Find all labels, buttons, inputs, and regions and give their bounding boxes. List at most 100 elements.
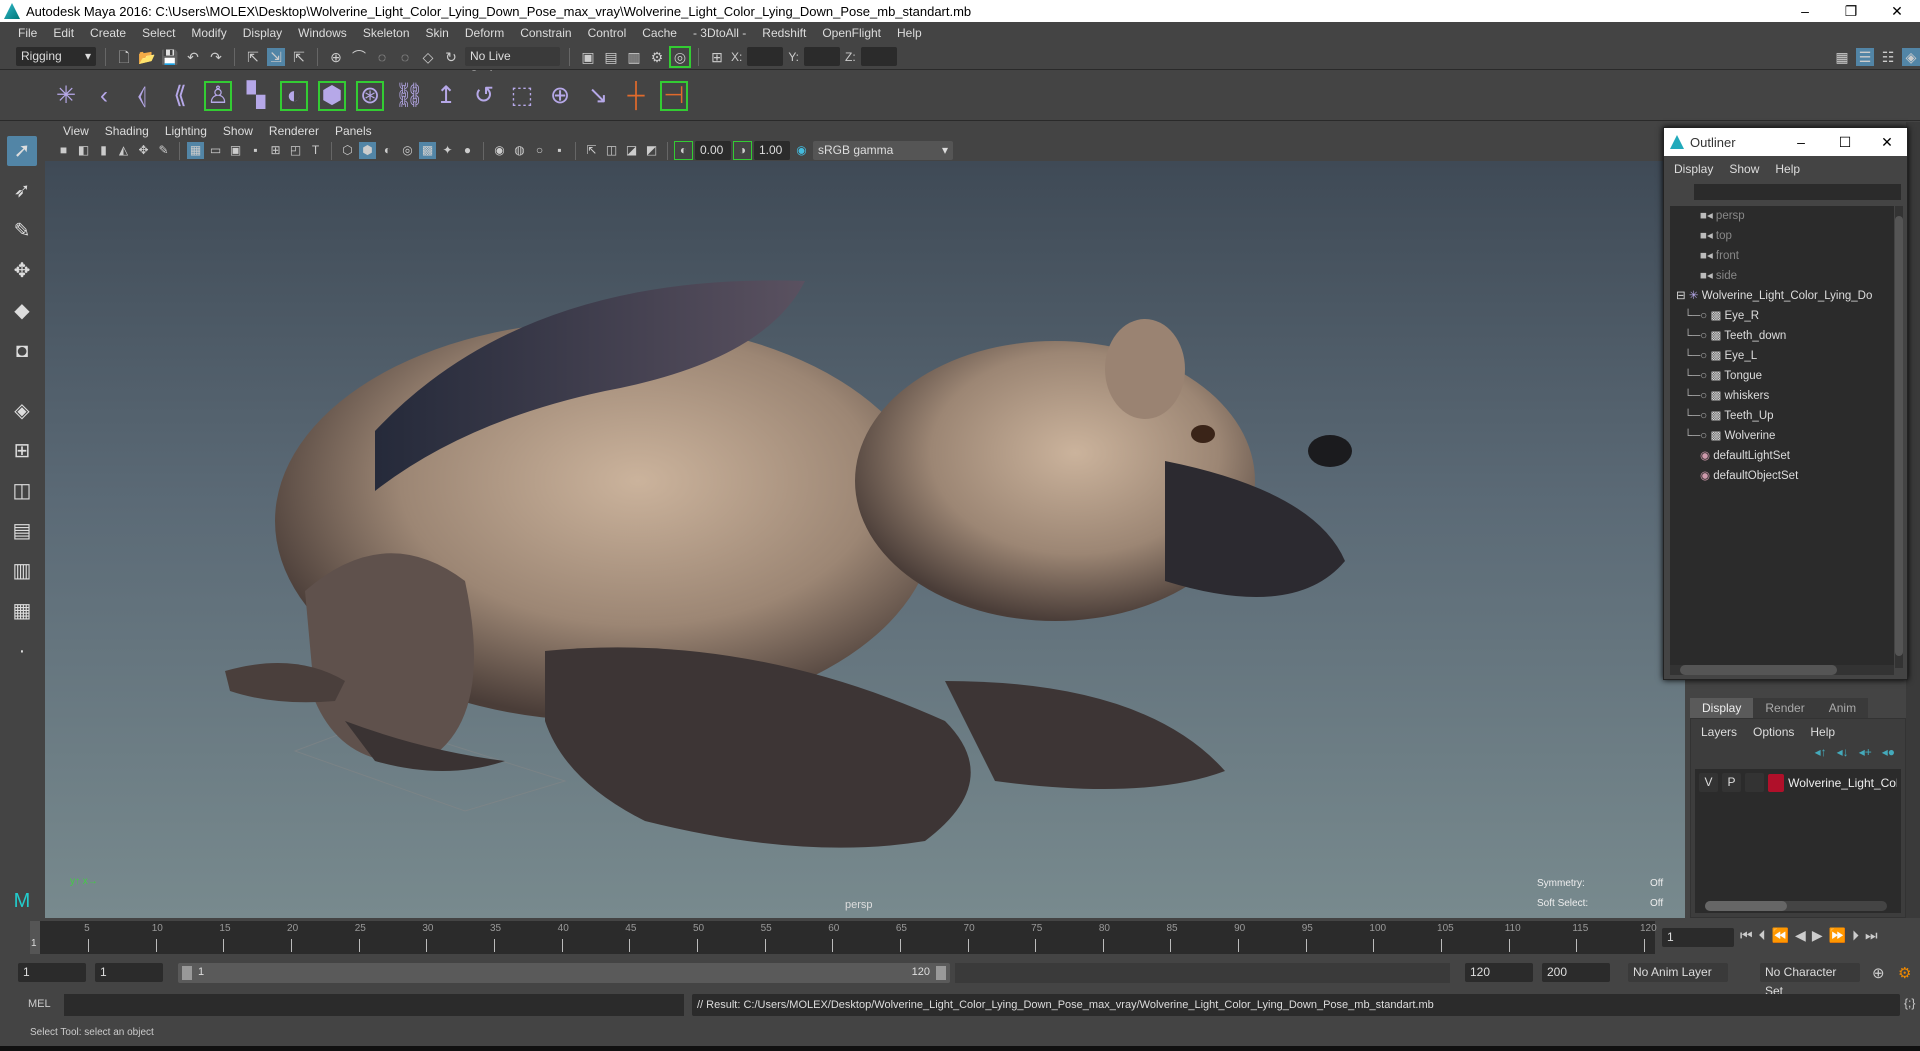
restore-button[interactable]: ❐: [1828, 3, 1874, 20]
mel-label[interactable]: MEL: [28, 998, 51, 1010]
outliner-item-mesh[interactable]: └─○ ▩ whiskers: [1670, 386, 1894, 406]
ik-fk-switch-icon[interactable]: ⊣: [660, 80, 688, 111]
depth-of-field-icon[interactable]: ▪: [551, 142, 568, 159]
new-layer-icon[interactable]: ◂+: [1859, 745, 1872, 759]
attribute-editor-icon[interactable]: ☰: [1856, 47, 1874, 66]
menu-constrain[interactable]: Constrain: [512, 26, 579, 40]
colorspace-dropdown[interactable]: sRGB gamma ▾: [813, 141, 953, 160]
grid-icon[interactable]: ▦: [187, 142, 204, 159]
maya-home-icon[interactable]: M: [7, 886, 37, 916]
aim-constraint-icon[interactable]: ⊕: [546, 81, 574, 111]
hypershade-icon[interactable]: ◎: [669, 45, 691, 68]
lights-icon[interactable]: ✦: [439, 142, 456, 159]
parent-constraint-icon[interactable]: ⛓: [394, 81, 424, 111]
move-tool-icon[interactable]: ✥: [7, 256, 37, 286]
rotate-tool-icon[interactable]: ◆: [7, 296, 37, 326]
anti-aliasing-icon[interactable]: ○: [531, 142, 548, 159]
color-management-icon[interactable]: ◉: [793, 142, 810, 159]
render-settings-icon[interactable]: ⚙: [648, 48, 666, 66]
collapse-icon[interactable]: ⊟: [1676, 290, 1689, 302]
range-end-handle[interactable]: [936, 966, 946, 980]
modeling-toolkit-icon[interactable]: ▦: [1833, 48, 1851, 66]
open-scene-icon[interactable]: 📂: [138, 48, 156, 66]
redo-icon[interactable]: ↷: [207, 48, 225, 66]
image-plane-icon[interactable]: ◭: [115, 142, 132, 159]
tab-anim[interactable]: Anim: [1816, 698, 1869, 718]
scale-tool-icon[interactable]: ◘: [7, 336, 37, 366]
exposure-icon[interactable]: ◐: [674, 141, 693, 160]
animation-preferences-icon[interactable]: ⚙: [1898, 964, 1911, 982]
menu-control[interactable]: Control: [580, 26, 635, 40]
playback-toggle[interactable]: P: [1721, 773, 1741, 792]
menu-skeleton[interactable]: Skeleton: [355, 26, 418, 40]
menu-file[interactable]: File: [10, 26, 45, 40]
go-to-start-icon[interactable]: ⏮: [1740, 927, 1753, 944]
outliner-item-set[interactable]: ◉ defaultObjectSet: [1670, 466, 1894, 486]
bind-skin-icon[interactable]: ▚: [242, 81, 270, 111]
playback-start-field[interactable]: 1: [95, 963, 163, 982]
more-layouts-icon[interactable]: ·: [7, 636, 37, 666]
field-chart-icon[interactable]: ⊞: [267, 142, 284, 159]
snap-projected-icon[interactable]: ◌: [396, 48, 414, 66]
menu-help[interactable]: Help: [889, 26, 930, 40]
menu-3dtoall[interactable]: - 3DtoAll -: [685, 26, 754, 40]
outliner-item-mesh[interactable]: └─○ ▩ Tongue: [1670, 366, 1894, 386]
textured-icon[interactable]: ▩: [419, 142, 436, 159]
select-object-icon[interactable]: ⇲: [267, 47, 285, 66]
safe-action-icon[interactable]: ◰: [287, 142, 304, 159]
transform-mode-icon[interactable]: ⊞: [708, 48, 726, 66]
menu-deform[interactable]: Deform: [457, 26, 512, 40]
ik-handle-icon[interactable]: ‹: [90, 81, 118, 111]
isolate-select-icon[interactable]: ⇱: [583, 142, 600, 159]
anim-layer-dropdown[interactable]: No Anim Layer: [1628, 963, 1728, 982]
layer-menu-layers[interactable]: Layers: [1701, 725, 1737, 739]
viewport-menu-shading[interactable]: Shading: [97, 124, 157, 138]
resolution-gate-icon[interactable]: ▣: [227, 142, 244, 159]
range-slider[interactable]: 1 120: [178, 963, 950, 983]
humanik-icon[interactable]: ♙: [204, 80, 232, 111]
tab-render[interactable]: Render: [1753, 698, 1817, 718]
snap-curve-icon[interactable]: ⌒: [350, 48, 368, 66]
go-to-end-icon[interactable]: ⏭: [1865, 927, 1878, 944]
gamma-icon[interactable]: ◑: [733, 141, 752, 160]
tool-settings-icon[interactable]: ☷: [1879, 48, 1897, 66]
channel-box-side-tab[interactable]: [1906, 122, 1920, 918]
smooth-shade-icon[interactable]: ⬢: [359, 142, 376, 159]
mel-input[interactable]: [64, 994, 684, 1016]
hypershade-layout-icon[interactable]: ▦: [7, 596, 37, 626]
end-time-field[interactable]: 200: [1542, 963, 1610, 982]
tab-display[interactable]: Display: [1690, 698, 1754, 718]
viewport-menu-show[interactable]: Show: [215, 124, 261, 138]
new-layer-selected-icon[interactable]: ◂●: [1882, 745, 1895, 759]
outliner-maximize-button[interactable]: ☐: [1823, 134, 1867, 151]
auto-key-icon[interactable]: ⊕: [1872, 964, 1885, 982]
select-camera-icon[interactable]: ■: [55, 142, 72, 159]
outliner-item-set[interactable]: ◉ defaultLightSet: [1670, 446, 1894, 466]
outliner-menu-help[interactable]: Help: [1775, 162, 1800, 176]
lasso-tool-icon[interactable]: ➶: [7, 176, 37, 206]
save-scene-icon[interactable]: 💾: [161, 48, 179, 66]
2d-pan-zoom-icon[interactable]: ✥: [135, 142, 152, 159]
move-layer-down-icon[interactable]: ◂↓: [1837, 745, 1849, 759]
gamma-field[interactable]: 1.00: [754, 141, 790, 160]
menu-display[interactable]: Display: [235, 26, 290, 40]
x-field[interactable]: [747, 47, 784, 66]
outliner-search-input[interactable]: [1694, 184, 1901, 200]
mirror-joint-icon[interactable]: ⟪: [166, 81, 194, 111]
snap-grid-icon[interactable]: ⊕: [327, 48, 345, 66]
lattice-icon[interactable]: ⬢: [318, 80, 346, 111]
menu-modify[interactable]: Modify: [183, 26, 234, 40]
viewport-menu-renderer[interactable]: Renderer: [261, 124, 327, 138]
camera-attributes-icon[interactable]: ◧: [75, 142, 92, 159]
outliner-item-mesh[interactable]: └─○ ▩ Teeth_down: [1670, 326, 1894, 346]
outliner-item-camera[interactable]: ■◂ persp: [1670, 206, 1894, 226]
viewport-menu-lighting[interactable]: Lighting: [157, 124, 215, 138]
outliner-item-camera[interactable]: ■◂ front: [1670, 246, 1894, 266]
two-pane-layout-icon[interactable]: ◫: [7, 476, 37, 506]
four-view-layout-icon[interactable]: ⊞: [7, 436, 37, 466]
play-forward-icon[interactable]: ▶: [1812, 927, 1823, 944]
outliner-close-button[interactable]: ✕: [1867, 134, 1907, 151]
current-frame-field[interactable]: 1: [1662, 928, 1734, 948]
snap-point-icon[interactable]: ◌: [373, 48, 391, 66]
wireframe-on-shaded-icon[interactable]: ◎: [399, 142, 416, 159]
